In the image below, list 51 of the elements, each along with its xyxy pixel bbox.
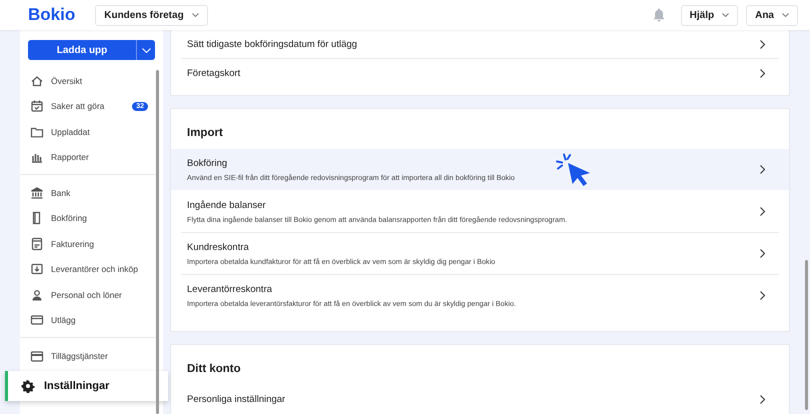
nav-item[interactable]: Översikt xyxy=(20,68,152,94)
chevron-right-icon xyxy=(760,165,765,174)
nav-item[interactable]: Fakturering xyxy=(20,231,152,256)
row-title: Ingående balanser xyxy=(187,200,267,210)
section-title: Ditt konto xyxy=(186,362,242,377)
logo[interactable]: Bokio xyxy=(28,5,76,25)
settings-row[interactable]: Företagskort xyxy=(181,59,779,87)
row-title: Kundreskontra xyxy=(187,242,250,252)
inbox-icon xyxy=(30,262,44,276)
nav-item[interactable]: Inställningar xyxy=(5,370,168,400)
company-dropdown[interactable]: Kundens företag xyxy=(95,4,208,26)
row-title: Personliga inställningar xyxy=(187,394,286,404)
upload-menu-button[interactable] xyxy=(136,40,155,60)
nav-item[interactable]: Leverantörer och inköp xyxy=(20,256,152,282)
help-dropdown[interactable]: Hjälp xyxy=(680,4,738,26)
row-title: Bokföring xyxy=(187,158,228,168)
person-icon xyxy=(30,288,44,302)
bell-icon[interactable] xyxy=(652,8,665,22)
nav-item[interactable]: Utlägg xyxy=(20,308,152,333)
nav-item[interactable]: Personal och löner xyxy=(20,282,152,308)
nav-item[interactable]: Tilläggstjänster xyxy=(20,343,152,368)
nav-item[interactable]: Bokföring xyxy=(20,206,152,231)
section-title: Import xyxy=(186,126,224,141)
caret-icon xyxy=(782,13,789,17)
chevron-down-icon xyxy=(142,48,150,52)
user-dropdown[interactable]: Ana xyxy=(746,4,798,26)
document-icon xyxy=(30,236,44,251)
chevron-right-icon xyxy=(760,394,765,404)
upload-button[interactable]: Ladda upp xyxy=(28,40,136,60)
nav-item[interactable]: Uppladdat xyxy=(20,119,152,144)
chevron-right-icon xyxy=(760,40,765,48)
chevron-right-icon xyxy=(760,68,765,78)
home-icon xyxy=(30,74,44,88)
calendar-icon xyxy=(30,99,44,114)
bank-icon xyxy=(30,186,44,200)
row-title: Sätt tidigaste bokföringsdatum för utlägg xyxy=(187,38,358,50)
card-icon xyxy=(30,313,44,328)
row-title: Företagskort xyxy=(187,68,242,78)
settings-row[interactable]: Sätt tidigaste bokföringsdatum för utlägg xyxy=(181,30,779,59)
caret-icon xyxy=(722,13,730,17)
scrollbar-thumb[interactable] xyxy=(805,260,808,410)
nav-item[interactable]: Bank xyxy=(20,180,152,206)
scrollbar-thumb[interactable] xyxy=(156,70,159,414)
nav-item[interactable]: Rapporter xyxy=(20,144,152,170)
caret-icon xyxy=(192,13,199,17)
row-title: Leverantörreskontra xyxy=(187,284,274,294)
settings-row[interactable]: Personliga inställningar xyxy=(181,385,779,413)
chevron-right-icon xyxy=(760,249,765,258)
chevron-right-icon xyxy=(760,207,765,216)
settings-icon xyxy=(21,378,35,392)
chevron-right-icon xyxy=(760,291,765,300)
